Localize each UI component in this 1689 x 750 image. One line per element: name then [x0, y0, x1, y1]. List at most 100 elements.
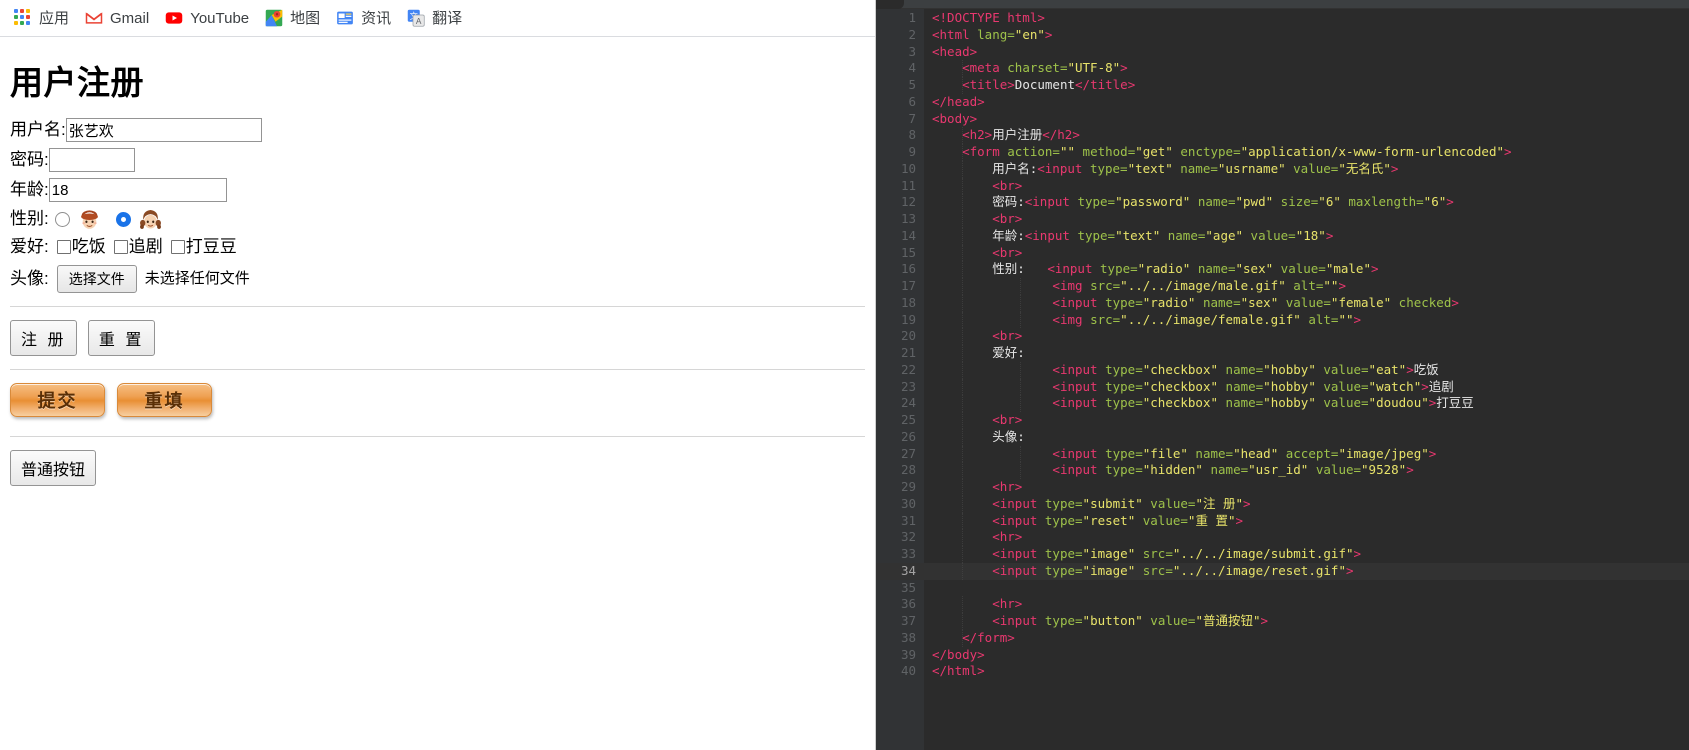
youtube-icon [165, 9, 183, 27]
code-line[interactable]: <hr> [924, 479, 1689, 496]
field-row-avatar: 头像: 选择文件 未选择任何文件 [10, 264, 867, 293]
divider-3 [10, 435, 865, 437]
line-number: 25 [900, 412, 916, 427]
code-line[interactable]: <input type="checkbox" name="hobby" valu… [924, 361, 1689, 379]
submit-button[interactable]: 注 册 [10, 319, 78, 356]
hobby-checkbox-doudou[interactable] [170, 239, 185, 254]
field-row-age: 年龄: [10, 178, 867, 202]
line-number: 30 [900, 495, 916, 511]
avatar-label: 头像: [10, 268, 49, 288]
bookmark-maps[interactable]: 地图 [259, 6, 330, 30]
female-avatar-icon [136, 208, 165, 230]
bookmark-translate[interactable]: 文 A 翻译 [401, 6, 472, 30]
code-line[interactable]: <form action="" method="get" enctype="ap… [924, 144, 1689, 161]
line-number: 8 [908, 127, 916, 143]
code-line[interactable]: <input type="submit" value="注 册"> [924, 495, 1689, 513]
code-line[interactable]: </form> [924, 629, 1689, 647]
code-line[interactable]: <input type="reset" value="重 置"> [924, 512, 1689, 530]
google-translate-icon: 文 A [407, 9, 425, 27]
username-input[interactable] [65, 118, 262, 142]
image-submit-button[interactable]: 提交 [10, 382, 105, 417]
code-line[interactable]: 用户名:<input type="text" name="usrname" va… [924, 160, 1689, 178]
line-number: 18 [900, 294, 916, 310]
password-label: 密码: [10, 150, 49, 170]
plain-button[interactable]: 普通按钮 [10, 449, 97, 486]
line-number: 17 [900, 278, 916, 293]
code-line[interactable]: <br> [924, 244, 1689, 262]
code-line[interactable]: 密码:<input type="password" name="pwd" siz… [924, 194, 1689, 211]
line-number: 11 [900, 177, 916, 193]
bookmarks-bar: 应用 Gmail YouTube 地图 资讯 A 翻译 [0, 0, 875, 37]
line-number: 38 [900, 629, 916, 645]
code-line[interactable]: <hr> [924, 529, 1689, 546]
code-line[interactable]: <h2>用户注册</h2> [924, 127, 1689, 144]
password-input[interactable] [48, 148, 135, 172]
line-number: 34 [876, 562, 924, 580]
code-line[interactable]: <input type="checkbox" name="hobby" valu… [924, 395, 1689, 412]
gender-radio-male[interactable] [54, 211, 70, 227]
bookmark-youtube[interactable]: YouTube [159, 6, 259, 30]
code-line[interactable]: <!DOCTYPE html> [924, 10, 1689, 27]
bookmark-news[interactable]: 资讯 [330, 6, 401, 30]
age-input[interactable] [48, 178, 227, 202]
code-line[interactable]: <br> [924, 328, 1689, 345]
code-line[interactable]: <input type="hidden" name="usr_id" value… [924, 462, 1689, 479]
code-line[interactable]: <input type="checkbox" name="hobby" valu… [924, 378, 1689, 396]
code-line[interactable]: </head> [924, 94, 1689, 111]
hobby-checkbox-eat[interactable] [56, 239, 71, 254]
code-line[interactable]: <input type="radio" name="sex" value="fe… [924, 294, 1689, 312]
code-line[interactable]: <head> [924, 44, 1689, 61]
native-button-row: 注 册 重 置 [10, 319, 867, 356]
hobby-label-doudou: 打豆豆 [185, 237, 237, 256]
field-row-password: 密码: [10, 148, 867, 172]
username-label: 用户名: [10, 120, 66, 140]
bookmark-gmail[interactable]: Gmail [79, 6, 159, 30]
bookmark-apps[interactable]: 应用 [8, 6, 79, 30]
line-number: 36 [900, 596, 916, 612]
code-line[interactable]: <br> [924, 177, 1689, 195]
code-line[interactable]: <html lang="en"> [924, 27, 1689, 44]
gender-label: 性别: [10, 209, 49, 229]
line-number: 23 [900, 378, 916, 394]
field-row-username: 用户名: [10, 118, 867, 142]
code-line[interactable]: 头像: [924, 428, 1689, 446]
gmail-icon [85, 9, 103, 27]
code-line[interactable]: </html> [924, 663, 1689, 680]
hobby-checkbox-watch[interactable] [113, 239, 128, 254]
google-maps-icon [265, 9, 283, 27]
code-line[interactable]: 年龄:<input type="text" name="age" value="… [924, 227, 1689, 245]
code-area[interactable]: 1 2 3 4 5 6 7 8 9 10 11 12 13 14 15 16 17 18 19 20 21 22 23 24 2… [876, 9, 1689, 750]
code-line[interactable]: <img src="../../image/male.gif" alt=""> [924, 278, 1689, 295]
code-line[interactable]: <br> [924, 412, 1689, 429]
bookmark-label: YouTube [190, 9, 250, 27]
bookmark-label: 地图 [290, 9, 321, 27]
code-line[interactable]: <title>Document</title> [924, 77, 1689, 94]
hobby-label: 爱好: [10, 237, 49, 256]
code-line[interactable]: <img src="../../image/female.gif" alt=""… [924, 311, 1689, 329]
line-number: 14 [900, 227, 916, 243]
code-line[interactable]: <input type="file" name="head" accept="i… [924, 445, 1689, 463]
code-line[interactable]: </body> [924, 647, 1689, 664]
reset-button[interactable]: 重 置 [87, 319, 156, 356]
code-line[interactable]: <input type="image" src="../../image/res… [924, 562, 1689, 580]
bookmark-label: 资讯 [361, 9, 392, 27]
plain-button-row: 普通按钮 [10, 449, 867, 486]
image-reset-button[interactable]: 重填 [117, 382, 212, 417]
file-status-text: 未选择任何文件 [144, 269, 250, 287]
choose-file-button[interactable]: 选择文件 [56, 264, 137, 293]
code-line[interactable]: <input type="button" value="普通按钮"> [924, 613, 1689, 630]
code-line[interactable]: <meta charset="UTF-8"> [924, 60, 1689, 77]
code-line[interactable] [924, 580, 1689, 597]
code-line[interactable]: <input type="image" src="../../image/sub… [924, 546, 1689, 563]
code-line[interactable]: <body> [924, 111, 1689, 128]
gender-radio-female[interactable] [115, 211, 131, 227]
code-line[interactable]: <hr> [924, 596, 1689, 613]
age-label: 年龄: [10, 180, 49, 200]
line-number: 19 [900, 311, 916, 327]
line-number: 13 [900, 211, 916, 226]
code-content[interactable]: <!DOCTYPE html> <html lang="en"> <head> <m… [924, 9, 1689, 750]
code-line[interactable]: <br> [924, 211, 1689, 228]
code-line[interactable]: 爱好: [924, 345, 1689, 362]
code-line[interactable]: 性别: <input type="radio" name="sex" value… [924, 261, 1689, 278]
line-number: 16 [900, 261, 916, 277]
